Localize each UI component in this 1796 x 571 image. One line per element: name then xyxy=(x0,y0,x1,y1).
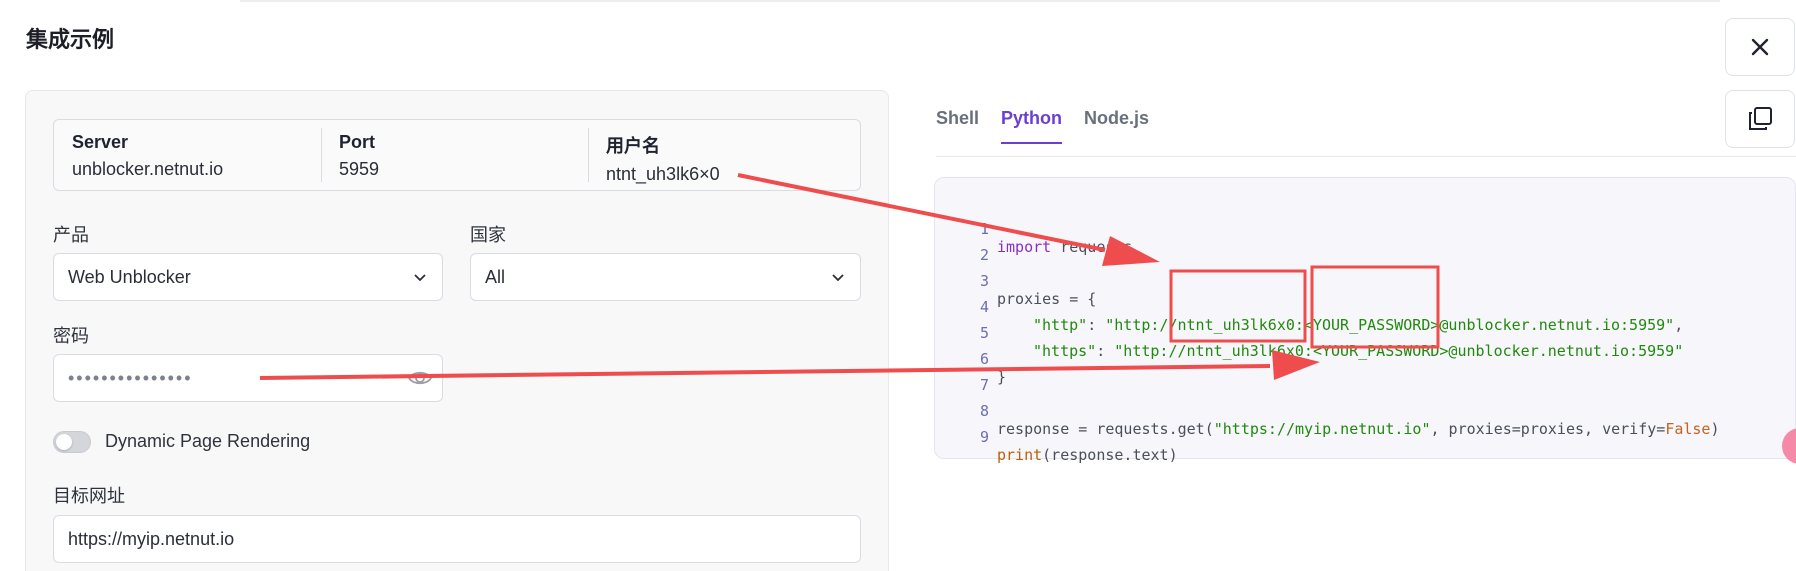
top-divider xyxy=(240,0,1720,2)
code-text: , xyxy=(1674,316,1684,334)
password-input[interactable]: ••••••••••••••• xyxy=(53,354,443,402)
code-text: : xyxy=(1087,316,1106,334)
code-keyword: import xyxy=(997,238,1052,256)
code-text: } xyxy=(997,368,1007,386)
code-text: proxies = { xyxy=(997,290,1097,308)
code-text: requests xyxy=(1051,238,1133,256)
eye-icon[interactable] xyxy=(408,367,432,389)
port-value: 5959 xyxy=(339,159,380,179)
port-cell: Port 5959 xyxy=(321,120,588,190)
code-line: 2 xyxy=(935,228,989,264)
product-select[interactable]: Web Unblocker xyxy=(53,253,443,301)
password-value: ••••••••••••••• xyxy=(68,367,193,388)
close-button[interactable] xyxy=(1725,18,1795,76)
password-label: 密码 xyxy=(53,326,89,346)
server-value: unblocker.netnut.io xyxy=(72,159,224,179)
code-line: 9 print(response.text) xyxy=(935,410,1178,464)
product-value: Web Unblocker xyxy=(68,266,191,287)
code-function: print xyxy=(997,446,1043,464)
country-select[interactable]: All xyxy=(470,253,861,301)
integration-example-dialog: 集成示例 Server unblocker.netnut.io Port 595… xyxy=(0,0,1796,571)
target-url-value: https://myip.netnut.io xyxy=(68,528,235,549)
tab-shell[interactable]: Shell xyxy=(936,96,979,144)
tab-python[interactable]: Python xyxy=(1001,96,1063,144)
port-label: Port xyxy=(339,132,375,152)
code-line: 8 response = requests.get("https://myip.… xyxy=(935,384,1720,438)
code-string: "https://myip.netnut.io" xyxy=(1213,420,1431,438)
code-line: 5 "https": "http://ntnt_uh3lk6x0:<YOUR_P… xyxy=(935,306,1683,360)
tab-nodejs[interactable]: Node.js xyxy=(1084,96,1149,144)
server-label: Server xyxy=(72,132,129,152)
chevron-down-icon xyxy=(414,274,426,282)
code-string: "http" xyxy=(1033,316,1088,334)
dialog-title: 集成示例 xyxy=(26,27,115,52)
code-line: 3 proxies = { xyxy=(935,254,1096,308)
code-text: response = requests.get( xyxy=(997,420,1214,438)
connection-info: Server unblocker.netnut.io Port 5959 用户名… xyxy=(53,119,861,191)
dynamic-rendering-label: Dynamic Page Rendering xyxy=(105,431,311,451)
code-line: 4 "http": "http://ntnt_uh3lk6x0:<YOUR_PA… xyxy=(935,280,1683,334)
copy-code-button[interactable] xyxy=(1725,90,1795,148)
username-cell: 用户名 ntnt_uh3lk6×0 xyxy=(588,120,855,190)
line-number: 9 xyxy=(979,428,989,446)
chevron-down-icon xyxy=(832,274,844,282)
server-cell: Server unblocker.netnut.io xyxy=(54,120,321,190)
language-tabs: Shell Python Node.js xyxy=(936,96,1171,144)
config-panel: Server unblocker.netnut.io Port 5959 用户名… xyxy=(25,90,889,571)
code-text: : xyxy=(1096,342,1115,360)
dynamic-rendering-toggle[interactable] xyxy=(53,431,91,453)
code-string: "http://ntnt_uh3lk6x0:<YOUR_PASSWORD>@un… xyxy=(1105,316,1675,334)
product-label: 产品 xyxy=(53,225,89,245)
tabs-divider xyxy=(936,156,1796,157)
code-string: "http://ntnt_uh3lk6x0:<YOUR_PASSWORD>@un… xyxy=(1114,342,1684,360)
country-value: All xyxy=(485,266,506,287)
target-url-label: 目标网址 xyxy=(53,486,125,506)
code-bool: False xyxy=(1665,420,1711,438)
copy-icon xyxy=(1749,107,1772,130)
code-text: ) xyxy=(1710,420,1720,438)
code-text: , proxies=proxies, verify= xyxy=(1430,420,1666,438)
code-text: (response.text) xyxy=(1042,446,1178,464)
code-line: 1 import requests xyxy=(935,202,1133,256)
code-block: 1 import requests 2 3 proxies = { 4 "htt… xyxy=(934,177,1796,464)
code-string: "https" xyxy=(1033,342,1097,360)
username-value: ntnt_uh3lk6×0 xyxy=(606,164,720,184)
country-label: 国家 xyxy=(470,225,506,245)
target-url-input[interactable]: https://myip.netnut.io xyxy=(53,515,861,563)
code-line: 6 } xyxy=(935,332,1006,386)
close-icon xyxy=(1751,38,1769,56)
username-label: 用户名 xyxy=(606,136,660,156)
code-line: 7 xyxy=(935,358,989,394)
